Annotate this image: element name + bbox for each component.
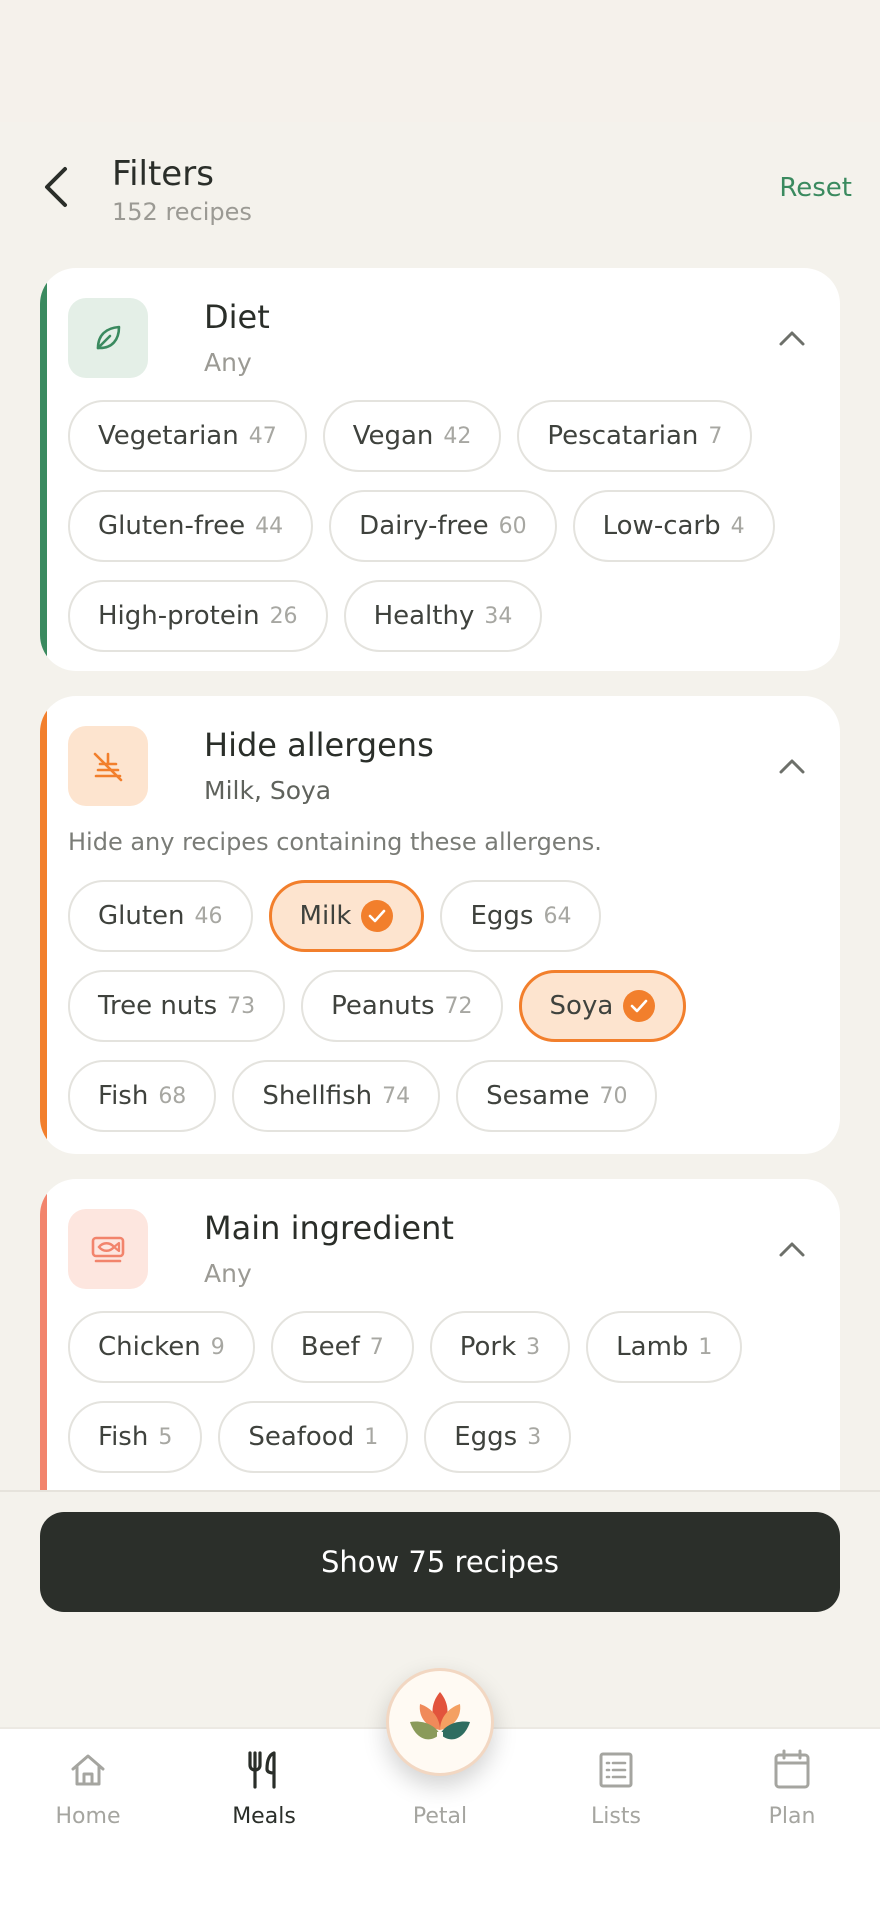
tab-petal-label: Petal [412,1804,468,1829]
chip-pescatarian[interactable]: Pescatarian 7 [517,400,753,472]
allergen-chips: Gluten 46 Milk Eggs 64 Tree nuts 73 Peanuts… [68,880,826,1132]
fish-plate-icon [68,1209,148,1289]
leaf-icon [68,298,148,378]
chip-eggs[interactable]: Eggs 64 [440,880,602,952]
chip-vegetarian[interactable]: Vegetarian 47 [68,400,307,472]
chip-pork[interactable]: Pork 3 [429,1311,571,1383]
tab-plan-label: Plan [768,1804,816,1829]
chip-seafood[interactable]: Seafood 1 [218,1401,409,1473]
diet-accent [40,268,47,671]
chip-milk[interactable]: Milk [268,880,425,952]
check-icon [623,990,656,1022]
chip-low-carb[interactable]: Low-carb 4 [572,490,775,562]
cutlery-icon [194,1746,334,1794]
diet-subtitle: Any [204,348,252,377]
tab-home-label: Home [55,1804,121,1829]
calendar-icon [722,1746,862,1794]
tab-lists[interactable]: Lists [546,1746,686,1836]
tab-meals[interactable]: Meals [194,1746,334,1836]
diet-title: Diet [204,298,270,336]
home-icon [18,1746,158,1794]
chip-fish[interactable]: Fish 68 [68,1060,217,1132]
check-icon [361,900,394,932]
tab-home[interactable]: Home [18,1746,158,1836]
chip-vegan[interactable]: Vegan 42 [322,400,502,472]
allergens-accent [40,696,47,1154]
chip-gluten[interactable]: Gluten 46 [68,880,253,952]
tab-plan[interactable]: Plan [722,1746,862,1836]
diet-card: Diet Any Vegetarian 47 Vegan 42 Pescataria… [40,268,840,671]
diet-chips: Vegetarian 47 Vegan 42 Pescatarian 7 Gluten… [68,400,826,652]
chip-soya[interactable]: Soya [518,970,687,1042]
tab-lists-label: Lists [591,1804,641,1829]
status-area [0,0,880,122]
allergens-subtitle: Milk, Soya [204,776,332,805]
allergens-description: Hide any recipes containing these allerg… [68,828,602,856]
chip-peanuts[interactable]: Peanuts 72 [301,970,503,1042]
ingredient-header[interactable]: Main ingredient Any [68,1209,840,1289]
chip-tree-nuts[interactable]: Tree nuts 73 [68,970,286,1042]
chip-high-protein[interactable]: High-protein 26 [68,580,328,652]
diet-header[interactable]: Diet Any [68,298,840,378]
chip-shellfish[interactable]: Shellfish 74 [232,1060,441,1132]
chevron-up-icon[interactable] [772,1229,812,1269]
reset-button[interactable]: Reset [779,173,852,203]
back-button[interactable] [34,162,78,212]
tab-meals-label: Meals [232,1804,296,1829]
chevron-up-icon[interactable] [772,746,812,786]
chevron-up-icon[interactable] [772,318,812,358]
chip-gluten-free[interactable]: Gluten-free 44 [68,490,314,562]
ingredient-title: Main ingredient [204,1209,454,1247]
chip-lamb[interactable]: Lamb 1 [586,1311,743,1383]
petal-logo-icon [410,1692,470,1740]
chip-sesame[interactable]: Sesame 70 [456,1060,658,1132]
ingredient-chips: Chicken 9 Beef 7 Pork 3 Lamb 1 Fish 5 Seafood… [68,1311,826,1473]
chip-eggs[interactable]: Eggs 3 [424,1401,572,1473]
allergens-header[interactable]: Hide allergens Milk, Soya [68,726,840,806]
chevron-left-icon [45,167,67,207]
chip-beef[interactable]: Beef 7 [270,1311,414,1383]
chip-chicken[interactable]: Chicken 9 [68,1311,255,1383]
allergens-title: Hide allergens [204,726,434,764]
page-title: Filters [112,154,214,194]
chip-healthy[interactable]: Healthy 34 [343,580,543,652]
no-allergen-icon [68,726,148,806]
recipe-count: 152 recipes [112,198,252,226]
chip-fish[interactable]: Fish 5 [68,1401,203,1473]
chip-dairy-free[interactable]: Dairy-free 60 [329,490,557,562]
allergens-card: Hide allergens Milk, Soya Hide any recip… [40,696,840,1154]
ingredient-subtitle: Any [204,1259,252,1288]
list-icon [546,1746,686,1794]
show-recipes-button[interactable]: Show 75 recipes [40,1512,840,1612]
petal-logo-button[interactable] [386,1668,494,1776]
